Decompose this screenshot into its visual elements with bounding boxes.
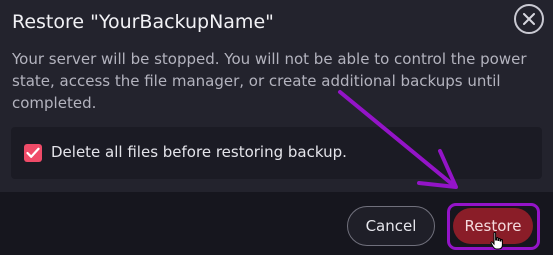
- delete-files-checkbox[interactable]: [24, 144, 42, 162]
- close-icon: [523, 13, 535, 25]
- delete-files-option: Delete all files before restoring backup…: [11, 127, 542, 179]
- dialog-description: Your server will be stopped. You will no…: [12, 50, 527, 112]
- delete-files-label: Delete all files before restoring backup…: [51, 143, 347, 161]
- cancel-button[interactable]: Cancel: [347, 206, 435, 246]
- restore-button[interactable]: Restore: [453, 208, 533, 244]
- dialog-title: Restore "YourBackupName": [12, 11, 274, 33]
- close-button[interactable]: [514, 4, 544, 34]
- check-icon: [26, 147, 40, 158]
- dialog-body: Restore "YourBackupName" Your server wil…: [0, 0, 553, 192]
- restore-backup-dialog: Restore "YourBackupName" Your server wil…: [0, 0, 553, 255]
